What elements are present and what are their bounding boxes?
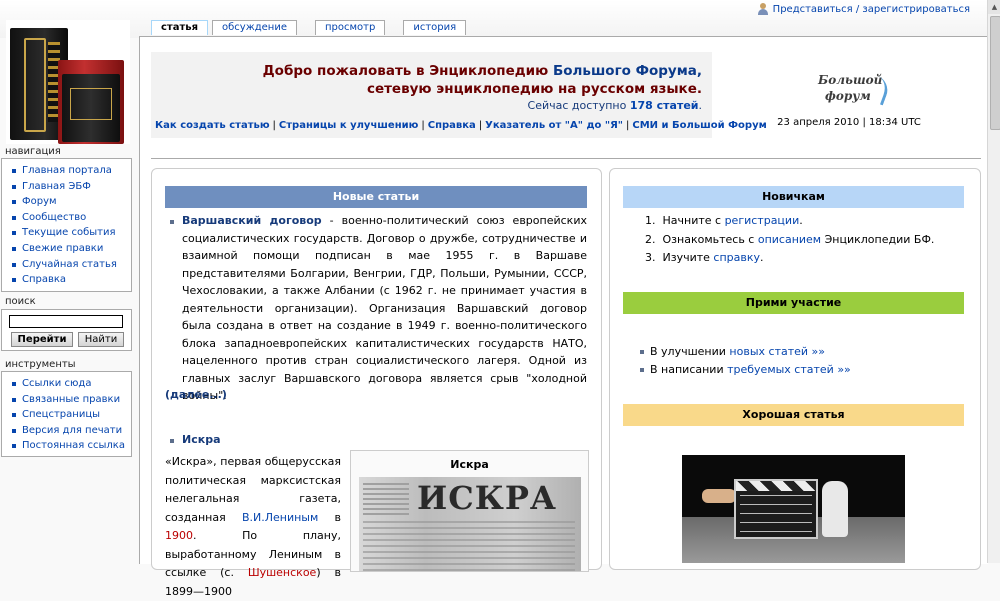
article-count-link[interactable]: 178 статей — [630, 99, 699, 112]
page-tabs: статья обсуждение просмотр история — [151, 20, 484, 35]
navigation-heading: навигация — [5, 146, 61, 157]
bullet-icon — [640, 350, 644, 354]
participate-list: В улучшении новых статей »» В написании … — [640, 343, 851, 379]
sidebar-item-printable-version[interactable]: Версия для печати — [10, 423, 131, 439]
new-articles-link[interactable]: новых статей »» — [729, 345, 825, 358]
warsaw-pact-link[interactable]: Варшавский договор — [182, 214, 322, 227]
newbies-header: Новичкам — [623, 186, 964, 208]
scroll-up-icon[interactable]: ▲ — [988, 0, 1000, 14]
list-item: 3. Изучите справку. — [645, 251, 764, 264]
registration-link[interactable]: регистрации — [725, 214, 800, 227]
scroll-thumb[interactable] — [990, 16, 1000, 130]
tab-history[interactable]: история — [403, 20, 467, 35]
article-iskra: «Искра», первая общерусская политическая… — [165, 455, 341, 598]
sidebar-item-random-article[interactable]: Случайная статья — [10, 257, 131, 273]
big-forum-link[interactable]: Большого Форума, — [553, 63, 702, 79]
shushenskoe-link[interactable]: Шушенское — [248, 566, 317, 579]
iskra-link[interactable]: Искра — [182, 433, 221, 446]
login-link[interactable]: Представиться / зарегистрироваться — [773, 4, 970, 15]
sidebar-item-permanent-link[interactable]: Постоянная ссылка — [10, 438, 131, 454]
site-logo[interactable] — [6, 20, 130, 144]
vertical-scrollbar[interactable]: ▲ — [987, 0, 1000, 563]
newbies-list: 1. Начните с регистрации. 2. Ознакомьтес… — [645, 212, 934, 268]
list-item: В улучшении новых статей »» — [640, 343, 851, 361]
good-article-header: Хорошая статья — [623, 404, 964, 426]
sidebar-item-community[interactable]: Сообщество — [10, 210, 131, 226]
sidebar-item-forum[interactable]: Форум — [10, 194, 131, 210]
user-icon — [757, 3, 769, 15]
bullet-icon — [640, 368, 644, 372]
new-articles-header: Новые статьи — [165, 186, 587, 208]
sidebar-item-what-links-here[interactable]: Ссылки сюда — [10, 376, 131, 392]
tools-heading: инструменты — [5, 359, 76, 370]
pages-to-improve-link[interactable]: Страницы к улучшению — [279, 120, 418, 131]
wanted-articles-link[interactable]: требуемых статей »» — [727, 363, 851, 376]
iskra-image-box: Искра ИСКРА — [350, 450, 589, 572]
list-item: 1. Начните с регистрации. — [645, 214, 803, 227]
search-heading: поиск — [5, 296, 36, 307]
more-link[interactable]: (далее...) — [165, 388, 227, 401]
sidebar-item-recent-changes[interactable]: Свежие правки — [10, 241, 131, 257]
sidebar-item-current-events[interactable]: Текущие события — [10, 225, 131, 241]
list-item: 2. Ознакомьтесь с описанием Энциклопедии… — [645, 232, 935, 246]
search-button[interactable]: Найти — [78, 332, 124, 347]
tab-article[interactable]: статья — [151, 20, 209, 35]
astronaut-figure — [822, 481, 848, 537]
divider — [151, 158, 981, 159]
search-portlet: Перейти Найти — [1, 309, 132, 351]
participate-header: Прими участие — [623, 292, 964, 314]
iskra-image-caption: Искра — [450, 458, 489, 471]
good-article-image[interactable] — [682, 455, 905, 563]
tab-discussion[interactable]: обсуждение — [212, 20, 297, 35]
tab-view-source[interactable]: просмотр — [314, 20, 386, 35]
current-date: 23 апреля 2010 | 18:34 UTC — [777, 117, 921, 128]
sidebar-item-help[interactable]: Справка — [10, 272, 131, 288]
big-forum-logo[interactable]: Большой форум — [815, 68, 895, 110]
bullet-icon — [170, 439, 174, 443]
tools-portlet: Ссылки сюда Связанные правки Спецстраниц… — [1, 371, 132, 457]
help-link[interactable]: Справка — [428, 120, 476, 131]
welcome-banner: Добро пожаловать в Энциклопедию Большого… — [151, 52, 767, 138]
help-guide-link[interactable]: справку — [713, 251, 760, 264]
sidebar-item-ebf-main[interactable]: Главная ЭБФ — [10, 179, 131, 195]
search-input[interactable] — [9, 315, 123, 328]
article-count: Сейчас доступно 178 статей. — [527, 99, 702, 112]
bullet-icon — [170, 220, 174, 224]
navigation-portlet: Главная портала Главная ЭБФ Форум Сообще… — [1, 158, 132, 292]
iskra-newspaper-image[interactable]: ИСКРА — [359, 477, 581, 571]
sidebar-item-special-pages[interactable]: Спецстраницы — [10, 407, 131, 423]
sidebar-item-portal-main[interactable]: Главная портала — [10, 163, 131, 179]
personal-tools[interactable]: Представиться / зарегистрироваться — [757, 3, 970, 15]
index-link[interactable]: Указатель от "А" до "Я" — [485, 120, 623, 131]
book-image — [62, 74, 120, 142]
article-warsaw-pact: Варшавский договор - военно-политический… — [182, 214, 587, 402]
how-to-create-link[interactable]: Как создать статью — [155, 120, 270, 131]
list-item: В написании требуемых статей »» — [640, 361, 851, 379]
sidebar-item-related-changes[interactable]: Связанные правки — [10, 392, 131, 408]
year-1900-link[interactable]: 1900 — [165, 529, 193, 542]
description-link[interactable]: описанием — [758, 233, 821, 246]
welcome-line2: сетевую энциклопедию на русском языке. — [366, 81, 702, 97]
lenin-link[interactable]: В.И.Лениным — [242, 511, 318, 524]
welcome-links: Как создать статью | Страницы к улучшению |… — [155, 120, 767, 131]
welcome-line1: Добро пожаловать в Энциклопедию Большого… — [262, 63, 702, 79]
go-button[interactable]: Перейти — [11, 332, 73, 347]
